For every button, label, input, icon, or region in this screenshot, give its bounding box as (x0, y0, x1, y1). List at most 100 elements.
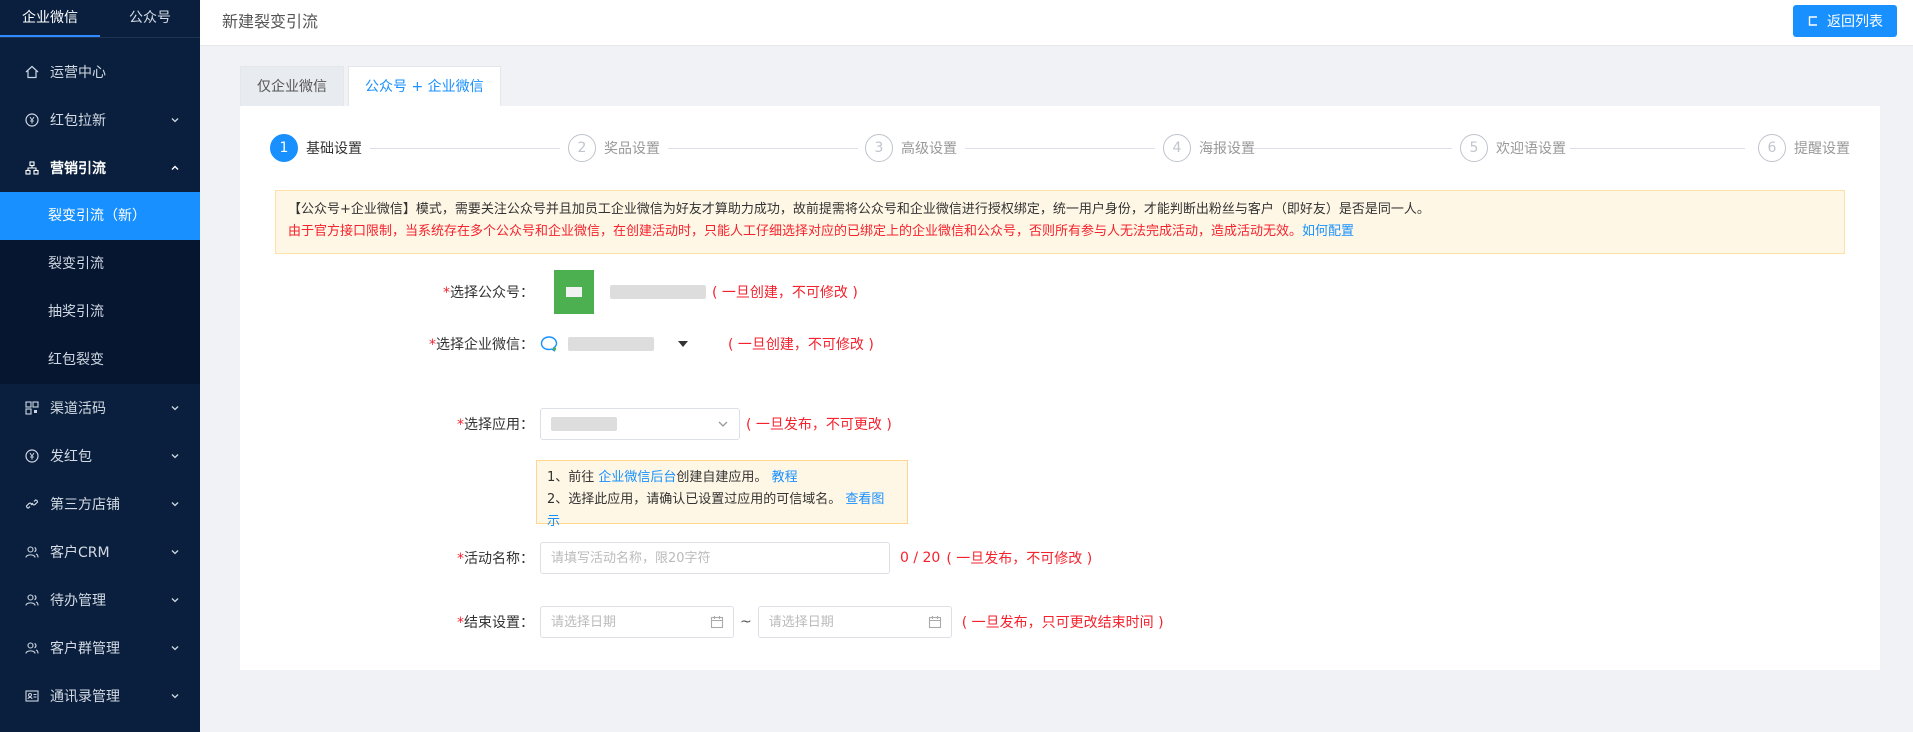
tip1-prefix: 1、前往 (547, 470, 599, 485)
app-select[interactable] (540, 408, 740, 440)
menu-item-ops-center[interactable]: 运营中心 (0, 48, 200, 96)
end-label: *结束设置： (240, 612, 540, 632)
users-icon (24, 640, 40, 656)
sidebar: 企业微信 公众号 运营中心 红包拉新 营销引流 裂变引流（新） 裂变引流 抽奖引… (0, 0, 200, 732)
users-icon (24, 592, 40, 608)
menu-label: 发红包 (50, 449, 92, 465)
required-mark: * (457, 417, 464, 433)
step-reminder[interactable]: 6 提醒设置 (1758, 134, 1850, 162)
gzh-hint: ( 一旦创建，不可修改 ) (712, 285, 858, 301)
qrcode-icon (24, 400, 40, 416)
menu-item-marketing[interactable]: 营销引流 (0, 144, 200, 192)
qywx-label-text: 选择企业微信： (436, 337, 534, 353)
form-card: 1 基础设置 2 奖品设置 3 高级设置 4 海报设置 5 欢迎语设置 6 提醒… (240, 106, 1880, 670)
chevron-down-icon (168, 689, 182, 703)
notice-line-1: 【公众号+企业微信】模式，需要关注公众号并且加员工企业微信为好友才算助力成功，故… (288, 202, 1430, 217)
step-connector (370, 148, 560, 149)
tutorial-link[interactable]: 教程 (772, 470, 798, 485)
name-label-text: 活动名称： (464, 551, 534, 567)
activity-name-input[interactable] (540, 542, 890, 574)
tab-official-plus-wework[interactable]: 公众号 + 企业微信 (348, 66, 501, 106)
app-label-text: 选择应用： (464, 417, 534, 433)
mode-notice: 【公众号+企业微信】模式，需要关注公众号并且加员工企业微信为好友才算助力成功，故… (275, 190, 1845, 254)
app-name-redacted (551, 417, 617, 431)
menu-item-contacts[interactable]: 通讯录管理 (0, 672, 200, 720)
tab-wework-only[interactable]: 仅企业微信 (240, 66, 344, 106)
qywx-hint: ( 一旦创建，不可修改 ) (728, 337, 874, 353)
chevron-down-icon (168, 113, 182, 127)
back-to-list-button[interactable]: 返回列表 (1793, 5, 1897, 37)
wework-name-redacted (568, 337, 654, 351)
submenu-item-lottery[interactable]: 抽奖引流 (0, 288, 200, 336)
step-number: 1 (270, 134, 298, 162)
step-connector (1570, 148, 1745, 149)
menu-item-todo[interactable]: 待办管理 (0, 576, 200, 624)
submenu-item-fission-new[interactable]: 裂变引流（新） (0, 192, 200, 240)
sidebar-tab-wework[interactable]: 企业微信 (0, 0, 100, 37)
end-date-picker[interactable] (757, 606, 952, 638)
step-connector (965, 148, 1155, 149)
end-label-text: 结束设置： (464, 615, 534, 631)
menu-label: 待办管理 (50, 593, 106, 609)
wework-admin-link[interactable]: 企业微信后台 (598, 470, 676, 485)
step-connector (1252, 148, 1452, 149)
how-to-configure-link[interactable]: 如何配置 (1302, 224, 1354, 239)
step-poster[interactable]: 4 海报设置 (1163, 134, 1255, 162)
tip2-text: 2、选择此应用，请确认已设置过应用的可信域名。 (547, 492, 846, 507)
end-date-input[interactable] (757, 606, 952, 638)
menu-label: 红包拉新 (50, 113, 106, 129)
wework-logo-icon (540, 335, 558, 353)
step-number: 5 (1460, 134, 1488, 162)
step-label: 欢迎语设置 (1496, 141, 1566, 157)
org-chart-icon (24, 160, 40, 176)
users-icon (24, 544, 40, 560)
start-date-input[interactable] (540, 606, 734, 638)
step-number: 2 (568, 134, 596, 162)
back-icon (1807, 15, 1819, 27)
menu-item-redpacket-new[interactable]: 红包拉新 (0, 96, 200, 144)
menu-item-crm[interactable]: 客户CRM (0, 528, 200, 576)
link-icon (24, 496, 40, 512)
dropdown-arrow-icon[interactable] (678, 341, 688, 347)
step-basic[interactable]: 1 基础设置 (270, 134, 362, 162)
chevron-down-icon (168, 545, 182, 559)
step-welcome[interactable]: 5 欢迎语设置 (1460, 134, 1566, 162)
marketing-submenu: 裂变引流（新） 裂变引流 抽奖引流 红包裂变 (0, 192, 200, 384)
menu-item-send-redpacket[interactable]: 发红包 (0, 432, 200, 480)
yen-circle-icon (24, 112, 40, 128)
chevron-down-icon (717, 418, 729, 430)
step-prize[interactable]: 2 奖品设置 (568, 134, 660, 162)
menu-label: 第三方店铺 (50, 497, 120, 513)
chevron-down-icon (168, 593, 182, 607)
required-mark: * (443, 285, 450, 301)
sidebar-tab-official-account[interactable]: 公众号 (100, 0, 200, 37)
chevron-down-icon (168, 641, 182, 655)
menu-label: 通讯录管理 (50, 689, 120, 705)
start-date-picker[interactable] (540, 606, 734, 638)
step-label: 海报设置 (1199, 141, 1255, 157)
row-end-setting: *结束设置： ~ ( 一旦发布，只可更改结束时间 ) (240, 606, 1164, 638)
name-hint: ( 一旦发布，不可修改 ) (946, 551, 1093, 567)
calendar-icon (710, 615, 724, 629)
app-tip-box: 1、前往 企业微信后台创建自建应用。 教程 2、选择此应用，请确认已设置过应用的… (536, 460, 908, 529)
steps-bar: 1 基础设置 2 奖品设置 3 高级设置 4 海报设置 5 欢迎语设置 6 提醒… (270, 134, 1850, 164)
chevron-down-icon (168, 401, 182, 415)
menu-label: 运营中心 (50, 65, 106, 81)
notice-line-2-text: 由于官方接口限制，当系统存在多个公众号和企业微信，在创建活动时，只能人工仔细选择… (288, 224, 1303, 239)
required-mark: * (457, 615, 464, 631)
menu-item-group-manage[interactable]: 客户群管理 (0, 624, 200, 672)
step-connector (668, 148, 858, 149)
step-number: 4 (1163, 134, 1191, 162)
gzh-label-text: 选择公众号： (450, 285, 534, 301)
home-icon (24, 64, 40, 80)
top-bar: 新建裂变引流 返回列表 (200, 0, 1913, 46)
gzh-label: *选择公众号： (240, 282, 540, 302)
yen-circle-icon (24, 448, 40, 464)
back-button-label: 返回列表 (1827, 14, 1883, 30)
step-advanced[interactable]: 3 高级设置 (865, 134, 957, 162)
official-account-avatar[interactable] (554, 270, 594, 314)
submenu-item-redpacket-fission[interactable]: 红包裂变 (0, 336, 200, 384)
menu-item-channel-code[interactable]: 渠道活码 (0, 384, 200, 432)
menu-item-third-party-store[interactable]: 第三方店铺 (0, 480, 200, 528)
submenu-item-fission[interactable]: 裂变引流 (0, 240, 200, 288)
